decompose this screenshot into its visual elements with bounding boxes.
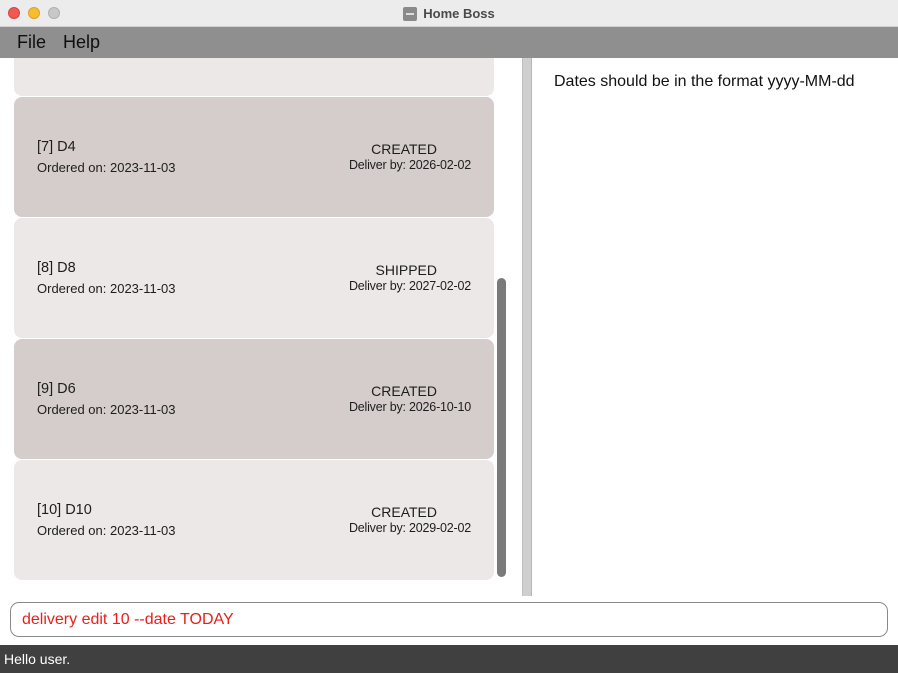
delivery-card[interactable]: [8] D8 Ordered on: 2023-11-03 SHIPPED De… (14, 218, 494, 338)
delivery-card[interactable]: [7] D4 Ordered on: 2023-11-03 CREATED De… (14, 97, 494, 217)
command-input[interactable] (22, 610, 887, 629)
delivery-status: SHIPPED (375, 262, 437, 278)
list-scrollbar[interactable] (497, 278, 507, 577)
title-bar: Home Boss (0, 0, 898, 27)
result-display: Dates should be in the format yyyy-MM-dd (533, 58, 898, 598)
delivery-ordered-date: Ordered on: 2023-11-03 (37, 402, 176, 417)
delivery-deliver-by: Deliver by: 2026-10-10 (348, 400, 471, 414)
menu-file[interactable]: File (17, 32, 46, 53)
window-title-group: Home Boss (0, 0, 898, 27)
divider-line (531, 58, 532, 596)
command-box[interactable] (10, 602, 888, 637)
delivery-name: [8] D8 (37, 260, 76, 276)
split-pane-divider[interactable] (522, 58, 532, 596)
delivery-card[interactable]: [9] D6 Ordered on: 2023-11-03 CREATED De… (14, 339, 494, 459)
delivery-name: [7] D4 (37, 139, 76, 155)
menu-bar: File Help (0, 27, 898, 58)
result-message: Dates should be in the format yyyy-MM-dd (554, 73, 855, 90)
status-bar: Hello user. (0, 645, 898, 673)
delivery-status: CREATED (371, 141, 437, 157)
menu-help[interactable]: Help (63, 32, 100, 53)
delivery-deliver-by: Deliver by: 2027-02-02 (348, 279, 471, 293)
delivery-name: [10] D10 (37, 502, 92, 518)
app-icon (403, 6, 418, 21)
list-scrollbar-thumb[interactable] (497, 278, 506, 577)
delivery-card[interactable]: [10] D10 Ordered on: 2023-11-03 CREATED … (14, 460, 494, 580)
delivery-list[interactable]: [7] D4 Ordered on: 2023-11-03 CREATED De… (0, 58, 520, 598)
delivery-card[interactable] (14, 58, 494, 96)
delivery-ordered-date: Ordered on: 2023-11-03 (37, 523, 176, 538)
delivery-deliver-by: Deliver by: 2026-02-02 (348, 158, 471, 172)
delivery-status: CREATED (371, 383, 437, 399)
delivery-status: CREATED (371, 504, 437, 520)
delivery-name: [9] D6 (37, 381, 76, 397)
delivery-ordered-date: Ordered on: 2023-11-03 (37, 281, 176, 296)
window-title: Home Boss (423, 6, 495, 21)
delivery-deliver-by: Deliver by: 2029-02-02 (348, 521, 471, 535)
status-message: Hello user. (4, 651, 71, 667)
delivery-ordered-date: Ordered on: 2023-11-03 (37, 160, 176, 175)
